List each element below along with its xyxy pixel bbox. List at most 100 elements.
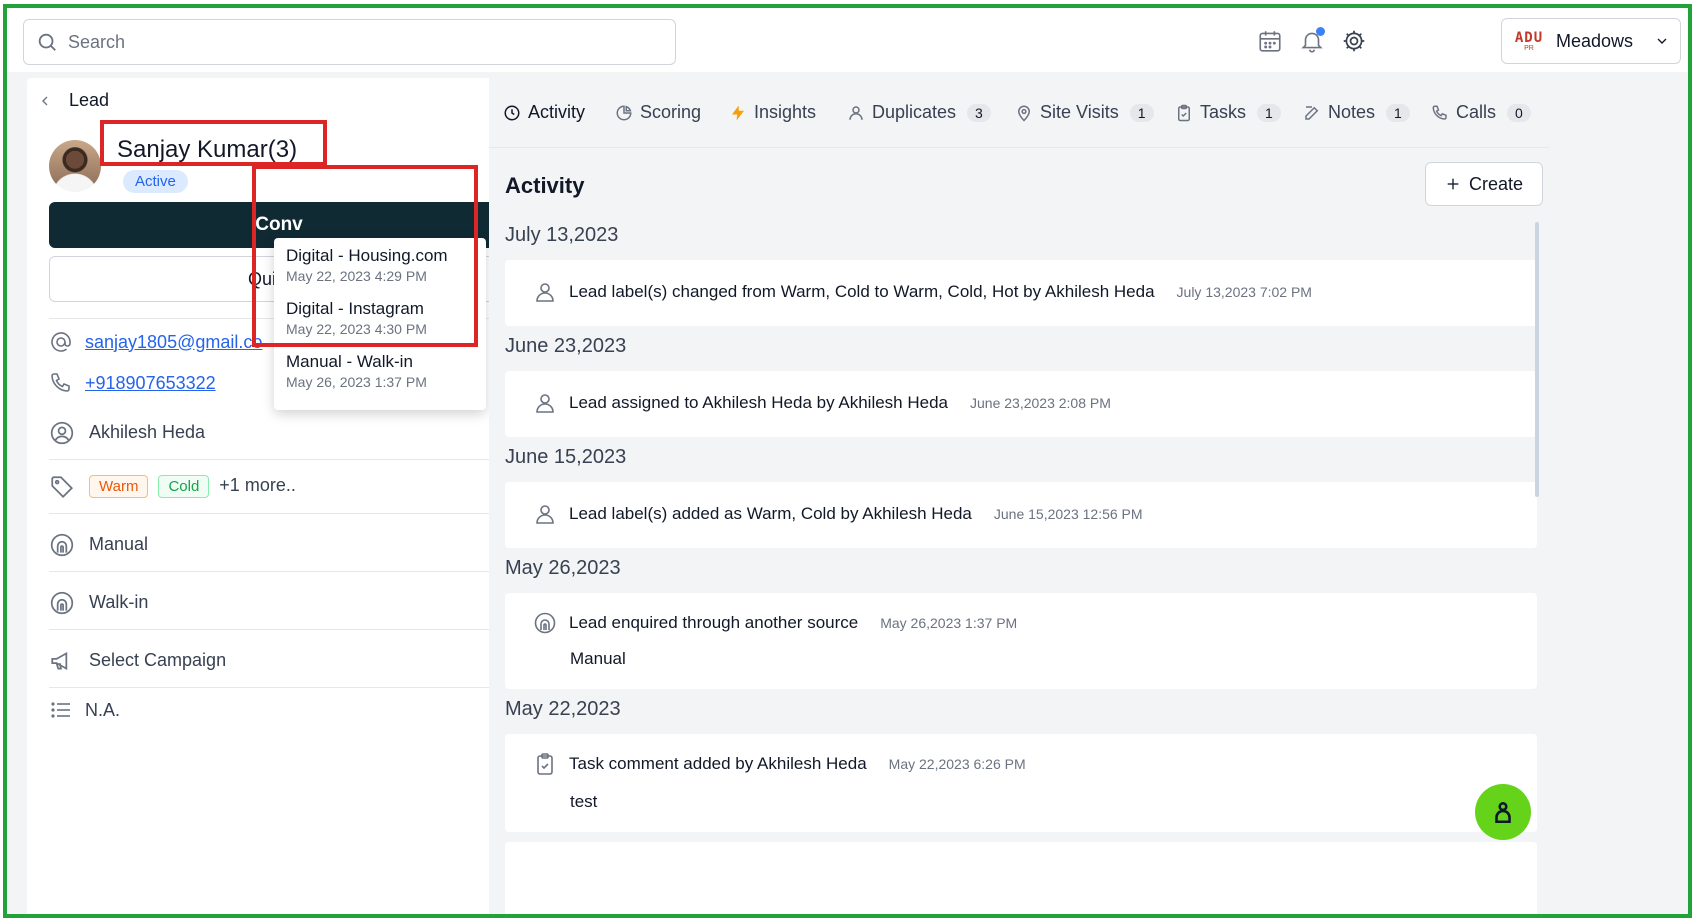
tab-count: 0 bbox=[1507, 103, 1531, 122]
bell-icon[interactable] bbox=[1297, 26, 1327, 56]
source-icon bbox=[50, 533, 74, 556]
user-icon bbox=[536, 394, 554, 413]
list-icon bbox=[51, 702, 70, 718]
edit-icon bbox=[1305, 105, 1319, 120]
clipboard-icon bbox=[537, 753, 553, 775]
user-icon bbox=[536, 505, 554, 524]
source-icon bbox=[50, 591, 74, 614]
tab-tasks[interactable]: Tasks 1 bbox=[1175, 102, 1281, 123]
activity-card bbox=[505, 842, 1537, 914]
date-heading: June 23,2023 bbox=[505, 335, 627, 357]
tab-activity[interactable]: Activity bbox=[503, 102, 585, 123]
scrollbar-thumb[interactable] bbox=[1535, 222, 1539, 497]
tab-count: 1 bbox=[1386, 103, 1410, 122]
location-icon bbox=[1017, 105, 1031, 122]
status-badge: Active bbox=[123, 170, 188, 193]
lead-name[interactable]: Sanjay Kumar(3) bbox=[117, 136, 297, 164]
popup-source-date: May 26, 2023 1:37 PM bbox=[286, 374, 427, 390]
sub-source-field[interactable]: Walk-in bbox=[49, 576, 509, 630]
org-logo: ADU PR bbox=[1514, 29, 1544, 52]
app-frame: ADU PR Meadows Lead Sanjay Kumar(3) Acti… bbox=[3, 4, 1692, 918]
avatar bbox=[49, 140, 101, 192]
phone-link[interactable]: +918907653322 bbox=[85, 373, 216, 394]
activity-heading: Activity bbox=[505, 173, 585, 198]
plus-icon bbox=[1447, 178, 1459, 190]
pie-icon bbox=[616, 104, 632, 120]
activity-time: July 13,2023 7:02 PM bbox=[1176, 284, 1312, 300]
tab-site-visits[interactable]: Site Visits 1 bbox=[1015, 102, 1154, 123]
phone-icon bbox=[51, 373, 70, 392]
owner-label: Akhilesh Heda bbox=[89, 422, 206, 442]
megaphone-icon bbox=[51, 651, 68, 670]
activity-sub-text: Manual bbox=[570, 649, 626, 668]
tab-count: 3 bbox=[967, 103, 991, 122]
tag-warm: Warm bbox=[89, 475, 149, 498]
email-link[interactable]: sanjay1805@gmail.co bbox=[85, 332, 262, 353]
tab-bar: Activity Scoring Insights Duplicates 3 S… bbox=[489, 72, 1549, 148]
breadcrumb-title: Lead bbox=[69, 90, 110, 110]
activity-card: Lead assigned to Akhilesh Heda by Akhile… bbox=[505, 371, 1537, 437]
activity-card: Lead enquired through another source May… bbox=[505, 593, 1537, 689]
date-heading: May 22,2023 bbox=[505, 698, 621, 720]
sub-source-label: Walk-in bbox=[89, 592, 149, 612]
tag-cold: Cold bbox=[158, 475, 210, 498]
assistant-fab-button[interactable] bbox=[1475, 784, 1531, 840]
popup-highlight bbox=[252, 165, 478, 347]
search-icon bbox=[38, 33, 56, 51]
date-heading: May 26,2023 bbox=[505, 557, 621, 579]
activity-time: June 23,2023 2:08 PM bbox=[970, 395, 1111, 411]
user-icon bbox=[536, 283, 554, 302]
notes-value: N.A. bbox=[85, 699, 121, 720]
tags-field[interactable]: Warm Cold +1 more.. bbox=[49, 460, 509, 514]
date-heading: June 15,2023 bbox=[505, 446, 627, 468]
date-heading: July 13,2023 bbox=[505, 224, 619, 246]
bot-icon bbox=[1495, 802, 1511, 824]
org-selector[interactable]: ADU PR Meadows bbox=[1501, 18, 1681, 64]
back-chevron-icon[interactable] bbox=[37, 93, 53, 109]
activity-card: Task comment added by Akhilesh Heda May … bbox=[505, 734, 1537, 832]
activity-time: May 22,2023 6:26 PM bbox=[888, 756, 1026, 772]
popup-source-item[interactable]: Manual - Walk-in May 26, 2023 1:37 PM bbox=[286, 352, 474, 405]
notes-row: N.A. bbox=[49, 698, 120, 722]
calendar-icon[interactable] bbox=[1255, 26, 1285, 56]
gear-icon[interactable] bbox=[1339, 26, 1369, 56]
source-icon bbox=[534, 612, 556, 634]
tags-more[interactable]: +1 more.. bbox=[219, 475, 296, 495]
source-label: Manual bbox=[89, 534, 149, 554]
owner-field[interactable]: Akhilesh Heda bbox=[49, 406, 509, 460]
activity-sub-text: test bbox=[570, 792, 598, 811]
tab-insights[interactable]: Insights bbox=[729, 102, 816, 123]
source-field[interactable]: Manual bbox=[49, 518, 509, 572]
create-button[interactable]: Create bbox=[1425, 162, 1543, 206]
bolt-icon bbox=[732, 105, 744, 120]
clock-icon bbox=[504, 105, 520, 120]
chevron-down-icon bbox=[1657, 38, 1667, 44]
user-icon bbox=[849, 105, 863, 120]
tab-notes[interactable]: Notes 1 bbox=[1303, 102, 1410, 123]
campaign-label: Select Campaign bbox=[89, 650, 227, 670]
user-circle-icon bbox=[50, 421, 74, 444]
tab-count: 1 bbox=[1129, 103, 1154, 122]
phone-row: +918907653322 bbox=[49, 371, 216, 395]
tab-calls[interactable]: Calls 0 bbox=[1431, 102, 1531, 123]
tab-scoring[interactable]: Scoring bbox=[615, 102, 701, 123]
popup-source-name: Manual - Walk-in bbox=[286, 352, 413, 371]
activity-card: Lead label(s) changed from Warm, Cold to… bbox=[505, 260, 1537, 326]
campaign-field[interactable]: Select Campaign bbox=[49, 634, 509, 688]
tab-count: 1 bbox=[1257, 103, 1281, 122]
activity-time: May 26,2023 1:37 PM bbox=[880, 615, 1018, 631]
tag-icon bbox=[51, 475, 73, 498]
activity-feed: July 13,2023 Lead label(s) changed from … bbox=[505, 218, 1545, 914]
lead-detail-panel: Lead Sanjay Kumar(3) Active Conv Quick A… bbox=[27, 78, 527, 914]
at-icon bbox=[51, 332, 71, 352]
org-name: Meadows bbox=[1556, 30, 1634, 51]
search-input[interactable] bbox=[68, 31, 628, 53]
activity-time: June 15,2023 12:56 PM bbox=[993, 506, 1143, 522]
notification-dot bbox=[1316, 27, 1325, 36]
email-row: sanjay1805@gmail.co bbox=[49, 330, 262, 354]
clipboard-icon bbox=[1178, 104, 1190, 121]
tab-duplicates[interactable]: Duplicates 3 bbox=[847, 102, 991, 123]
search-box[interactable] bbox=[23, 19, 676, 65]
top-bar: ADU PR Meadows bbox=[7, 8, 1688, 72]
activity-card: Lead label(s) added as Warm, Cold by Akh… bbox=[505, 482, 1537, 548]
